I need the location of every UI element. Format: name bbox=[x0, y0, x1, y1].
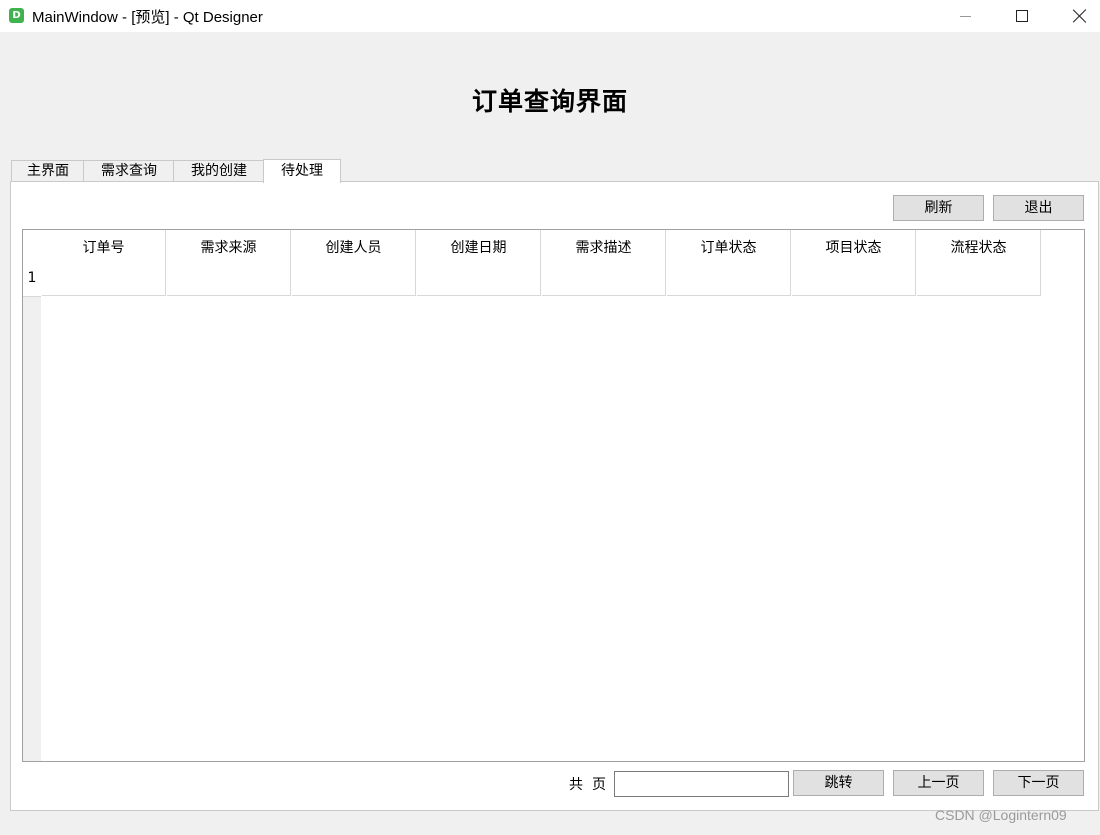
tab-demand-query[interactable]: 需求查询 bbox=[83, 160, 175, 182]
next-page-button[interactable]: 下一页 bbox=[993, 770, 1084, 796]
close-icon bbox=[1073, 9, 1087, 23]
column-header-flow-status[interactable]: 流程状态 bbox=[917, 230, 1041, 296]
jump-button[interactable]: 跳转 bbox=[793, 770, 884, 796]
maximize-icon bbox=[1016, 10, 1028, 22]
table-vertical-header bbox=[23, 230, 41, 761]
qt-designer-app-icon: D bbox=[9, 8, 24, 23]
window-title: MainWindow - [预览] - Qt Designer bbox=[32, 9, 263, 26]
column-header-project-status[interactable]: 项目状态 bbox=[792, 230, 916, 296]
csdn-watermark: CSDN @Logintern09 bbox=[935, 807, 1067, 823]
page-title: 订单查询界面 bbox=[471, 87, 628, 116]
column-header-demand-description[interactable]: 需求描述 bbox=[542, 230, 666, 296]
refresh-button[interactable]: 刷新 bbox=[893, 195, 984, 221]
column-header-creator[interactable]: 创建人员 bbox=[292, 230, 416, 296]
tab-pending[interactable]: 待处理 bbox=[263, 159, 341, 183]
minimize-icon bbox=[959, 15, 971, 17]
minimize-button[interactable] bbox=[936, 0, 994, 32]
table-row-number[interactable]: 1 bbox=[23, 230, 41, 297]
maximize-button[interactable] bbox=[993, 0, 1051, 32]
exit-button[interactable]: 退出 bbox=[993, 195, 1084, 221]
column-header-demand-source[interactable]: 需求来源 bbox=[167, 230, 291, 296]
tab-main[interactable]: 主界面 bbox=[11, 160, 85, 182]
tab-my-created[interactable]: 我的创建 bbox=[173, 160, 265, 182]
column-header-order-status[interactable]: 订单状态 bbox=[667, 230, 791, 296]
title-bar: D MainWindow - [预览] - Qt Designer bbox=[0, 0, 1100, 32]
orders-table[interactable]: 1 订单号 需求来源 创建人员 创建日期 需求描述 订单状态 项目状态 流程状态 bbox=[22, 229, 1085, 762]
total-pages-label: 共 bbox=[569, 777, 583, 793]
column-header-order-no[interactable]: 订单号 bbox=[42, 230, 166, 296]
close-button[interactable] bbox=[1051, 0, 1100, 32]
page-number-input[interactable] bbox=[614, 771, 789, 797]
previous-page-button[interactable]: 上一页 bbox=[893, 770, 984, 796]
page-unit-label: 页 bbox=[592, 777, 606, 793]
column-header-create-date[interactable]: 创建日期 bbox=[417, 230, 541, 296]
